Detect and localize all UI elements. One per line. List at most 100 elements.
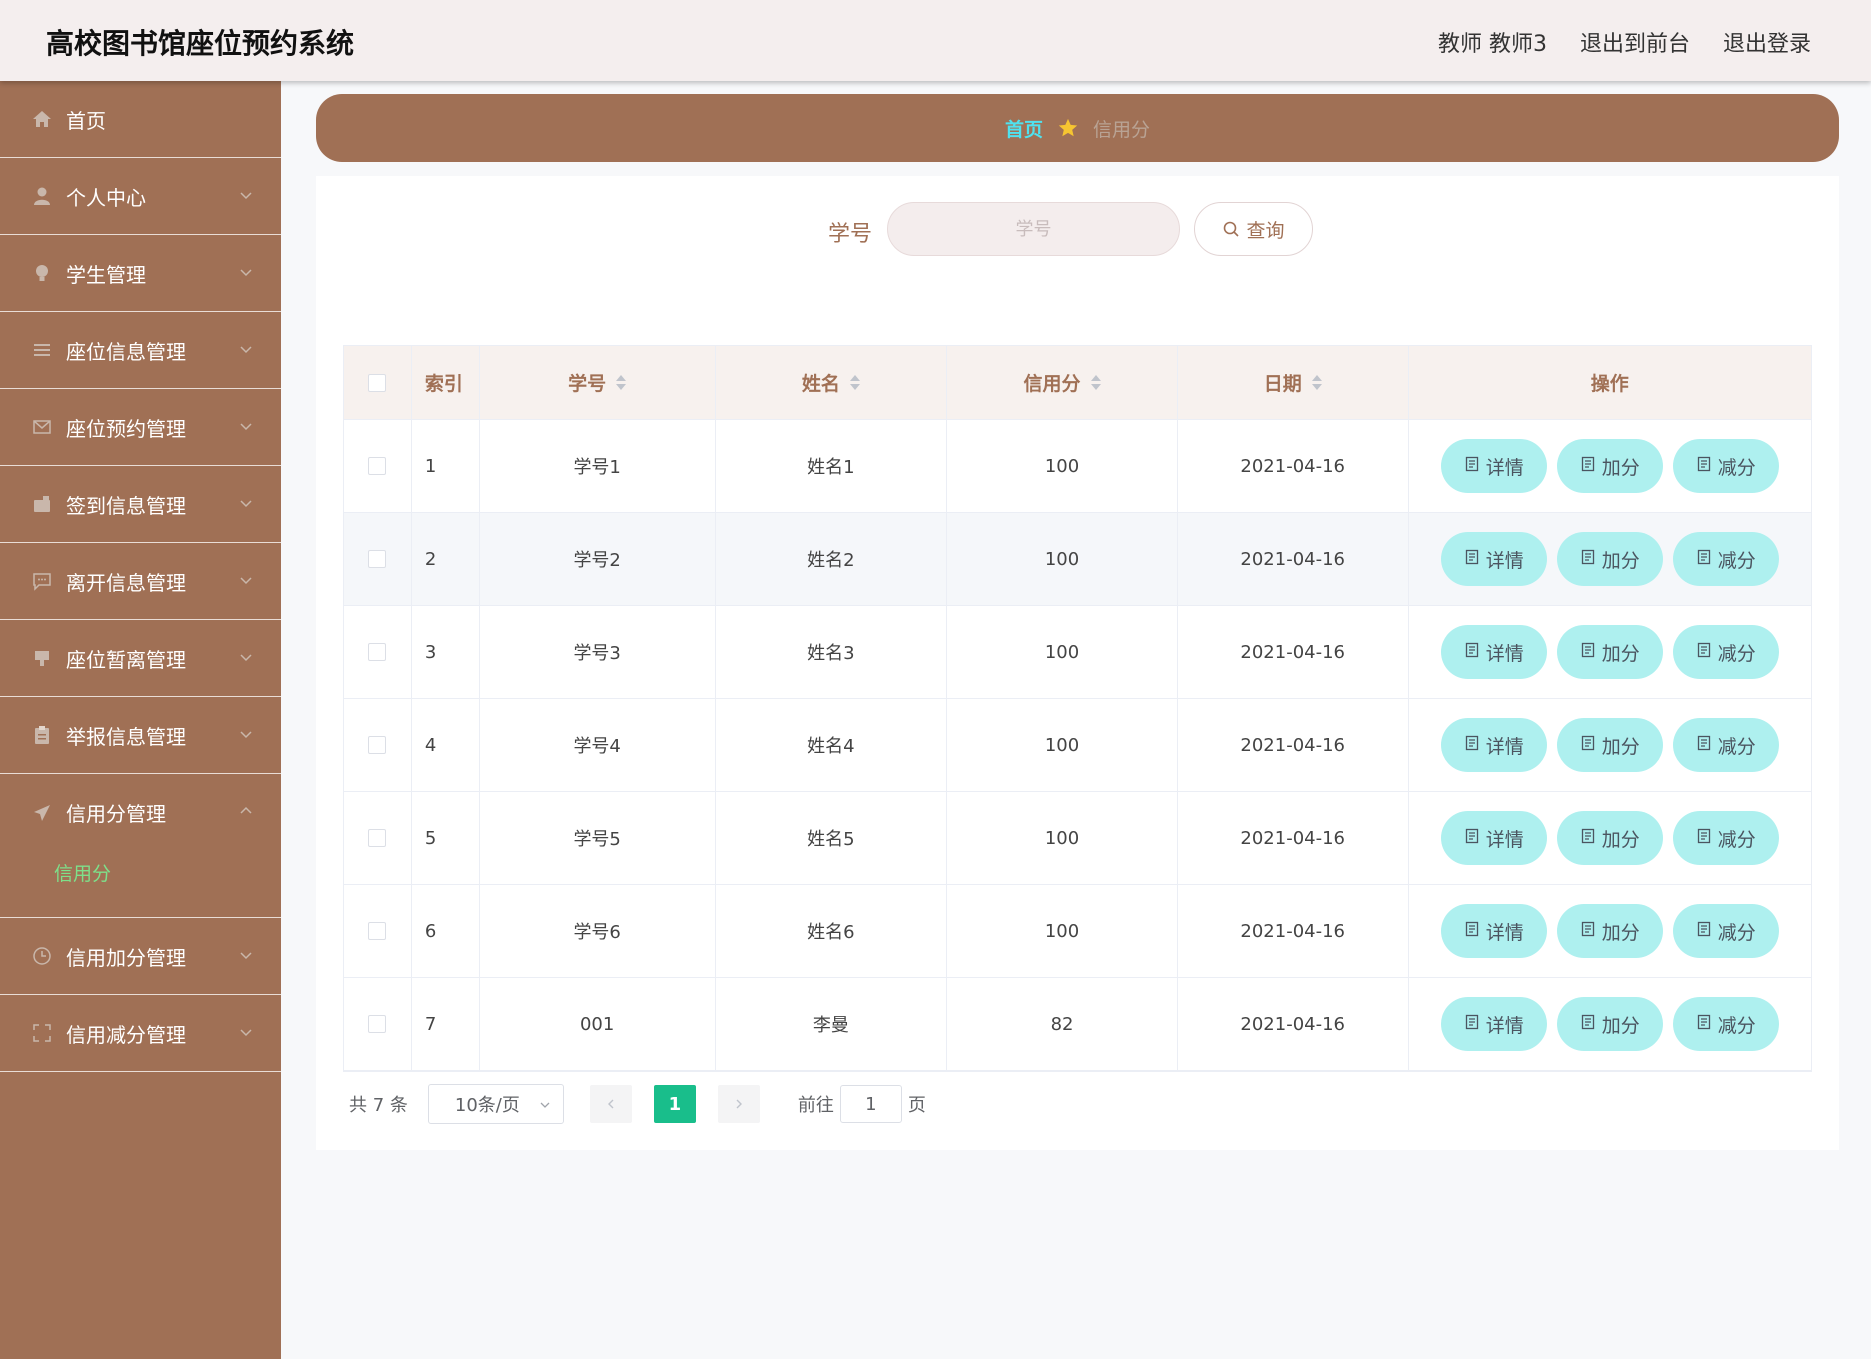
subtract-points-button[interactable]: 减分	[1672, 625, 1779, 679]
document-icon	[1696, 920, 1718, 942]
sidebar-item-label: 座位预约管理	[66, 416, 186, 441]
detail-button[interactable]: 详情	[1440, 532, 1547, 586]
subtract-points-button-label: 减分	[1717, 549, 1756, 572]
sidebar-item-credit-sub[interactable]: 信用减分管理	[0, 995, 281, 1072]
row-select-cell	[344, 513, 412, 605]
goto-page-input[interactable]	[839, 1085, 902, 1123]
sidebar-item-students[interactable]: 学生管理	[0, 235, 281, 312]
document-icon	[1696, 548, 1718, 570]
column-header-credit-score[interactable]: 信用分	[947, 346, 1178, 419]
chevron-down-icon	[240, 952, 252, 960]
next-page-button[interactable]	[717, 1085, 760, 1123]
search-button[interactable]: 查询	[1194, 202, 1313, 256]
cell-name: 姓名6	[716, 885, 948, 977]
row-checkbox[interactable]	[368, 457, 387, 475]
sidebar-item-home[interactable]: 首页	[0, 81, 281, 158]
table-row: 7 001 李曼 82 2021-04-16 详情 加分 减分	[344, 978, 1811, 1071]
add-points-button-label: 加分	[1601, 828, 1640, 851]
credit-table: 索引 学号 姓名 信用分 日期 操作 1 学号1 姓名1 100 2021-04-16 详…	[343, 345, 1812, 1072]
sidebar-item-seat-away[interactable]: 座位暂离管理	[0, 620, 281, 697]
cell-date: 2021-04-16	[1178, 606, 1409, 698]
cell-name: 姓名3	[716, 606, 948, 698]
sidebar-item-label: 座位暂离管理	[66, 647, 186, 672]
add-points-button[interactable]: 加分	[1556, 625, 1663, 679]
column-header-name[interactable]: 姓名	[716, 346, 948, 419]
cell-student-id: 001	[480, 978, 716, 1070]
cell-credit-score: 100	[947, 420, 1178, 512]
cell-student-id: 学号2	[480, 513, 716, 605]
add-points-button[interactable]: 加分	[1556, 997, 1663, 1051]
document-icon	[1464, 827, 1486, 849]
row-checkbox[interactable]	[368, 643, 387, 661]
detail-button[interactable]: 详情	[1440, 718, 1547, 772]
add-points-button[interactable]: 加分	[1556, 532, 1663, 586]
sidebar-subitem-credit-score[interactable]: 信用分	[0, 851, 281, 917]
table-row: 5 学号5 姓名5 100 2021-04-16 详情 加分 减分	[344, 792, 1811, 885]
cell-date: 2021-04-16	[1178, 792, 1409, 884]
select-all-checkbox[interactable]	[368, 373, 387, 392]
column-header-student-id[interactable]: 学号	[480, 346, 716, 419]
send-icon	[32, 803, 52, 823]
sidebar-item-credit-add[interactable]: 信用加分管理	[0, 918, 281, 995]
subtract-points-button[interactable]: 减分	[1672, 532, 1779, 586]
logout-link[interactable]: 退出登录	[1723, 26, 1811, 58]
row-select-cell	[344, 606, 412, 698]
sidebar-item-credit[interactable]: 信用分管理	[0, 774, 281, 851]
cell-date: 2021-04-16	[1178, 699, 1409, 791]
cell-credit-score: 100	[947, 513, 1178, 605]
sidebar-item-label: 举报信息管理	[66, 724, 186, 749]
subtract-points-button[interactable]: 减分	[1672, 811, 1779, 865]
add-points-button[interactable]: 加分	[1556, 904, 1663, 958]
sidebar-item-seat-booking[interactable]: 座位预约管理	[0, 389, 281, 466]
row-checkbox[interactable]	[368, 1015, 387, 1033]
subtract-points-button[interactable]: 减分	[1672, 718, 1779, 772]
subtract-points-button-label: 减分	[1717, 642, 1756, 665]
add-points-button[interactable]: 加分	[1556, 811, 1663, 865]
sidebar-item-label: 个人中心	[66, 185, 146, 210]
bulb-icon	[32, 263, 52, 283]
document-icon	[1464, 920, 1486, 942]
add-points-button[interactable]: 加分	[1556, 439, 1663, 493]
sort-icon[interactable]	[1090, 375, 1101, 390]
add-points-button[interactable]: 加分	[1556, 718, 1663, 772]
cell-index: 5	[412, 792, 480, 884]
student-id-search-input[interactable]	[887, 202, 1180, 256]
chevron-down-icon	[240, 500, 252, 508]
sidebar-item-checkin[interactable]: 签到信息管理	[0, 466, 281, 543]
sidebar-item-leave[interactable]: 离开信息管理	[0, 543, 281, 620]
page-number-button[interactable]: 1	[653, 1085, 696, 1123]
subtract-points-button[interactable]: 减分	[1672, 997, 1779, 1051]
detail-button[interactable]: 详情	[1440, 811, 1547, 865]
detail-button[interactable]: 详情	[1440, 625, 1547, 679]
row-checkbox[interactable]	[368, 829, 387, 847]
row-checkbox[interactable]	[368, 922, 387, 940]
document-icon	[1696, 455, 1718, 477]
prev-page-button[interactable]	[589, 1085, 632, 1123]
sort-icon[interactable]	[616, 375, 627, 390]
cell-actions: 详情 加分 减分	[1409, 978, 1811, 1070]
pagination-total: 共 7 条	[349, 1095, 408, 1116]
detail-button[interactable]: 详情	[1440, 904, 1547, 958]
cell-student-id: 学号3	[480, 606, 716, 698]
cell-index: 6	[412, 885, 480, 977]
subtract-points-button[interactable]: 减分	[1672, 439, 1779, 493]
goto-suffix: 页	[907, 1095, 926, 1116]
back-to-front-link[interactable]: 退出到前台	[1580, 26, 1690, 58]
cell-date: 2021-04-16	[1178, 978, 1409, 1070]
page-size-select[interactable]: 10条/页	[427, 1084, 564, 1124]
sort-icon[interactable]	[849, 375, 860, 390]
sort-icon[interactable]	[1311, 375, 1322, 390]
sidebar-item-seat-info[interactable]: 座位信息管理	[0, 312, 281, 389]
detail-button[interactable]: 详情	[1440, 439, 1547, 493]
breadcrumb-home[interactable]: 首页	[1005, 115, 1043, 142]
cell-index: 7	[412, 978, 480, 1070]
subtract-points-button[interactable]: 减分	[1672, 904, 1779, 958]
row-checkbox[interactable]	[368, 550, 387, 568]
column-header-date[interactable]: 日期	[1178, 346, 1409, 419]
sidebar-item-reports[interactable]: 举报信息管理	[0, 697, 281, 774]
cell-name: 李曼	[716, 978, 948, 1070]
detail-button[interactable]: 详情	[1440, 997, 1547, 1051]
row-checkbox[interactable]	[368, 736, 387, 754]
sidebar-item-profile[interactable]: 个人中心	[0, 158, 281, 235]
chevron-down-icon	[240, 654, 252, 662]
